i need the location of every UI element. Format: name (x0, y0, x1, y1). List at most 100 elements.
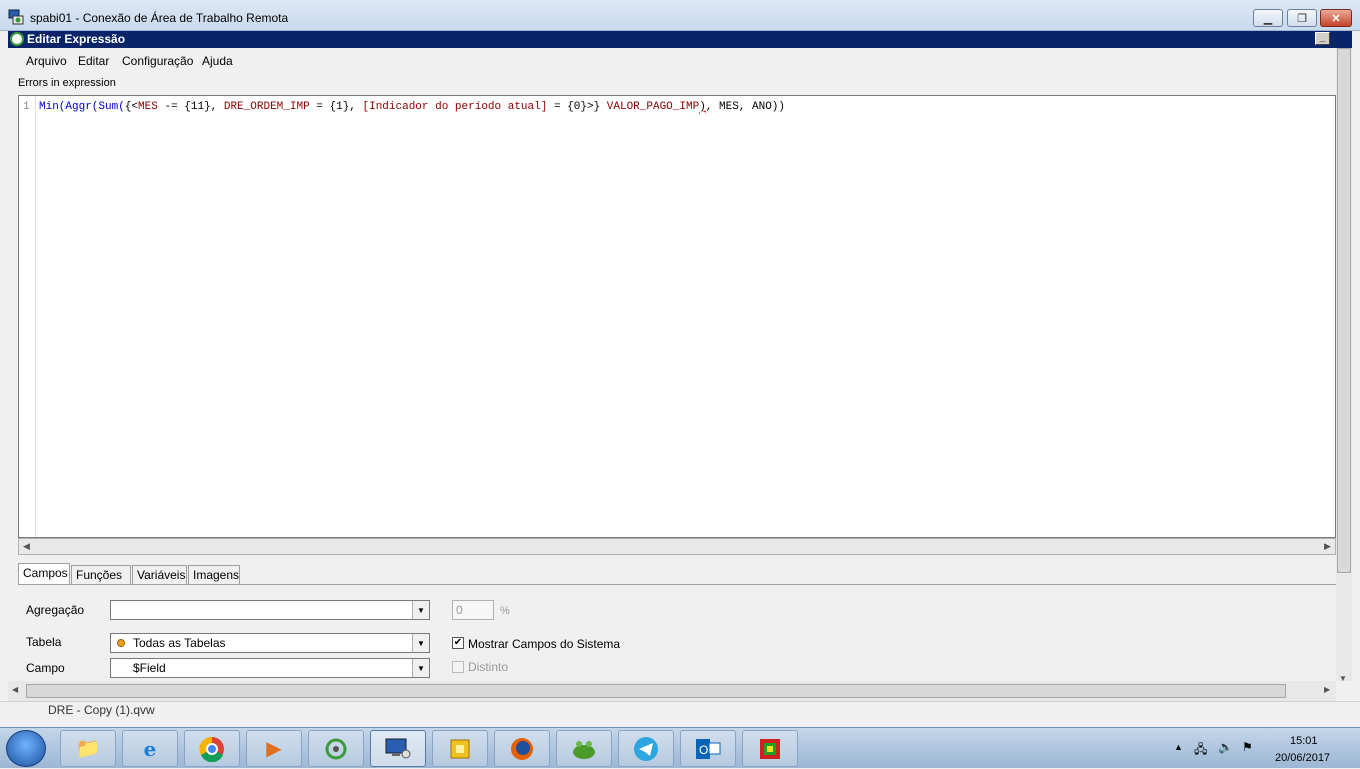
campo-label: Campo (26, 661, 65, 675)
code-token: -= {11}, (157, 101, 224, 113)
qlikview-icon (10, 32, 24, 46)
mostrar-campos-label: Mostrar Campos do Sistema (468, 637, 621, 651)
line-number-gutter: 1 (19, 96, 36, 537)
scroll-down-icon[interactable]: ▼ (1339, 674, 1347, 683)
chrome-icon (199, 736, 224, 762)
remote-desktop-icon (385, 738, 411, 758)
code-token-error: ) (699, 101, 706, 113)
distinto-label: Distinto (468, 660, 509, 674)
clock-date[interactable]: 20/06/2017 (1275, 752, 1330, 764)
qlikview-icon (325, 738, 347, 759)
menu-ajuda[interactable]: Ajuda (202, 54, 233, 68)
scroll-right-icon[interactable]: ▶ (1320, 539, 1335, 554)
chevron-down-icon[interactable]: ▼ (412, 601, 429, 619)
taskbar-media[interactable]: ▶ (246, 730, 302, 767)
chevron-down-icon[interactable]: ▼ (412, 634, 429, 652)
close-icon: ✕ (1331, 12, 1341, 25)
tab-imagens[interactable]: Imagens (188, 565, 240, 584)
scrollbar-thumb[interactable] (1337, 48, 1351, 573)
code-token: = {1}, (309, 101, 363, 113)
media-player-icon: ▶ (266, 738, 282, 760)
dialog-title: Editar Expressão (27, 32, 126, 46)
edit-expression-dialog: Editar Expressão _ Arquivo Editar Config… (8, 31, 1352, 701)
taskbar: 📁 e ▶ O ▲ 🖧 🔈 ⚑ 15:01 20/06/2017 (0, 727, 1360, 768)
taskbar-telegram[interactable] (618, 730, 674, 767)
agregacao-select[interactable]: ▼ (110, 600, 430, 620)
minimize-icon: _ (1319, 32, 1326, 43)
maximize-button[interactable]: ❐ (1287, 9, 1317, 27)
dialog-titlebar: Editar Expressão _ (8, 31, 1352, 48)
distinto-checkbox[interactable] (452, 661, 464, 673)
taskbar-frog[interactable] (556, 730, 612, 767)
palette-icon (760, 738, 780, 759)
expression-editor[interactable]: 1 Min(Aggr(Sum({<MES -= {11}, DRE_ORDEM_… (18, 95, 1336, 538)
taskbar-chrome[interactable] (184, 730, 240, 767)
restore-icon: ❐ (1297, 12, 1307, 25)
minimize-button[interactable]: ▁ (1253, 9, 1283, 27)
show-hidden-icons-icon[interactable]: ▲ (1174, 742, 1183, 752)
clock-time[interactable]: 15:01 (1290, 735, 1318, 747)
code-token: [Indicador do período atual] (362, 101, 548, 113)
tab-variaveis[interactable]: Variáveis (132, 565, 187, 584)
code-token: MES (138, 101, 158, 113)
start-button[interactable] (6, 730, 46, 767)
svg-text:O: O (699, 743, 708, 757)
scrollbar-thumb[interactable] (26, 684, 1286, 698)
code-token: VALOR_PAGO_IMP (606, 101, 700, 113)
rdp-window-title: spabi01 - Conexão de Área de Trabalho Re… (30, 11, 289, 25)
code-token: {< (124, 101, 139, 113)
percent-sign: % (500, 605, 510, 617)
taskbar-ie[interactable]: e (122, 730, 178, 767)
background-file-label: DRE - Copy (1).qvw (48, 703, 155, 717)
table-icon (117, 639, 125, 647)
rdp-window-titlebar: spabi01 - Conexão de Área de Trabalho Re… (0, 0, 1360, 31)
taskbar-rdp[interactable] (370, 730, 426, 767)
outlook-icon: O (696, 738, 721, 759)
menu-arquivo[interactable]: Arquivo (26, 54, 67, 68)
scroll-left-icon[interactable]: ◀ (19, 539, 34, 554)
agregacao-label: Agregação (26, 603, 85, 617)
internet-explorer-icon: e (143, 736, 157, 761)
scroll-left-icon[interactable]: ◀ (12, 685, 18, 694)
taskbar-outlook[interactable]: O (680, 730, 736, 767)
tabela-select[interactable]: Todas as Tabelas ▼ (110, 633, 430, 653)
close-button[interactable]: ✕ (1320, 9, 1352, 27)
volume-icon[interactable]: 🔈 (1218, 740, 1233, 754)
network-icon[interactable]: 🖧 (1194, 740, 1207, 761)
menu-configuracao[interactable]: Configuração (122, 54, 193, 68)
editor-horizontal-scrollbar[interactable]: ◀ ▶ (18, 538, 1336, 555)
system-tray: ▲ 🖧 🔈 ⚑ (1170, 728, 1360, 769)
remote-desktop-icon (8, 9, 24, 25)
telegram-icon (634, 736, 658, 761)
mostrar-campos-checkbox[interactable]: ✔ (452, 637, 464, 649)
expression-code-line[interactable]: Min(Aggr(Sum({<MES -= {11}, DRE_ORDEM_IM… (39, 101, 785, 113)
dialog-minimize-button[interactable]: _ (1315, 32, 1330, 45)
taskbar-firefox[interactable] (494, 730, 550, 767)
fields-panel: Agregação ▼ 0 % Tabela Todas as Tabelas … (18, 584, 1336, 685)
line-number: 1 (23, 101, 30, 113)
taskbar-qlikview[interactable] (308, 730, 364, 767)
taskbar-paint[interactable] (742, 730, 798, 767)
code-token: , MES, ANO)) (705, 101, 786, 113)
folder-icon: 📁 (75, 738, 101, 760)
firefox-icon (511, 737, 533, 760)
taskbar-app7[interactable] (432, 730, 488, 767)
code-token: = {0} (547, 101, 587, 113)
chevron-down-icon[interactable]: ▼ (412, 659, 429, 677)
taskbar-explorer[interactable]: 📁 (60, 730, 116, 767)
dialog-vertical-scrollbar[interactable]: ▼ (1336, 48, 1352, 683)
campo-select[interactable]: $Field ▼ (110, 658, 430, 678)
percent-input[interactable]: 0 (452, 600, 494, 620)
tab-funcoes[interactable]: Funções (71, 565, 131, 584)
action-center-flag-icon[interactable]: ⚑ (1242, 740, 1253, 754)
checkmark-icon: ✔ (453, 637, 463, 648)
menu-editar[interactable]: Editar (78, 54, 109, 68)
code-token: >} (586, 101, 607, 113)
chip-icon (450, 739, 470, 758)
background-window-strip (0, 701, 1360, 728)
scroll-right-icon[interactable]: ▶ (1324, 685, 1330, 694)
code-token: DRE_ORDEM_IMP (223, 101, 310, 113)
code-token: Sum( (98, 101, 125, 113)
dialog-horizontal-scrollbar[interactable]: ◀ ▶ (8, 681, 1336, 701)
tab-campos[interactable]: Campos (18, 563, 70, 585)
